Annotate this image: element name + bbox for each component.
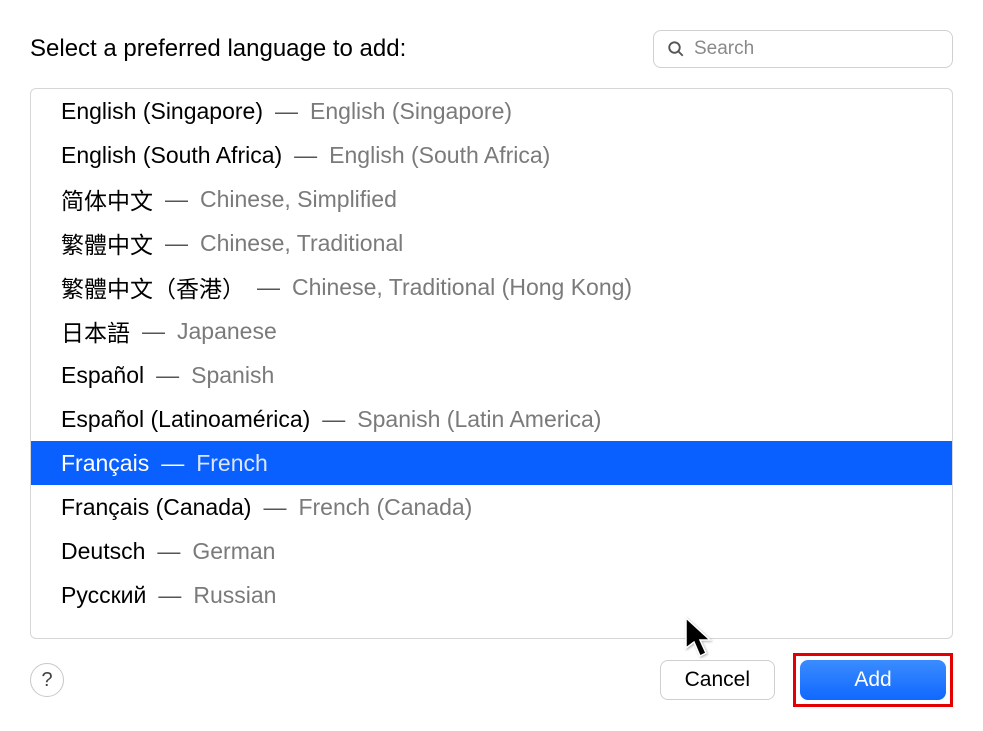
list-item[interactable]: Español — Spanish — [31, 353, 952, 397]
language-native-name: 繁體中文（香港） — [61, 270, 245, 304]
separator: — — [161, 450, 184, 477]
language-row-content: Русский — Russian — [61, 582, 276, 609]
language-list-container[interactable]: English (Singapore)—English (Singapore)E… — [30, 88, 953, 639]
language-english-name: Chinese, Simplified — [200, 186, 397, 213]
language-native-name: Русский — [61, 582, 146, 609]
separator: — — [156, 362, 179, 389]
language-picker-dialog: Select a preferred language to add: Engl… — [0, 0, 983, 731]
list-item[interactable]: English (Singapore) — English (Singapore) — [31, 89, 952, 133]
language-row-content: Français (Canada) — French (Canada) — [61, 494, 472, 521]
language-english-name: Chinese, Traditional — [200, 230, 403, 257]
language-native-name: English (South Africa) — [61, 142, 282, 169]
list-item[interactable]: English (South Africa) — English (South Af… — [31, 133, 952, 177]
separator: — — [157, 538, 180, 565]
language-row-content: English (Singapore) — English (Singapore) — [61, 98, 512, 125]
separator: — — [263, 494, 286, 521]
dialog-title: Select a preferred language to add: — [30, 35, 406, 63]
language-native-name: Français (Canada) — [61, 494, 251, 521]
cancel-button[interactable]: Cancel — [660, 660, 775, 700]
language-row-content: Español — Spanish — [61, 362, 274, 389]
language-list[interactable]: English (Singapore)—English (Singapore)E… — [31, 89, 952, 638]
language-english-name: Chinese, Traditional (Hong Kong) — [292, 274, 632, 301]
language-native-name: Deutsch — [61, 538, 145, 565]
language-english-name: Spanish (Latin America) — [357, 406, 601, 433]
language-native-name: Español (Latinoamérica) — [61, 406, 310, 433]
separator: — — [158, 582, 181, 609]
language-row-content: Deutsch — German — [61, 538, 275, 565]
separator: — — [275, 98, 298, 125]
list-item[interactable]: Français (Canada) — French (Canada) — [31, 485, 952, 529]
separator: — — [165, 230, 188, 257]
language-english-name: English (South Africa) — [329, 142, 550, 169]
language-english-name: Russian — [193, 582, 276, 609]
list-item[interactable]: Deutsch — German — [31, 529, 952, 573]
list-item[interactable]: 日本語 — Japanese — [31, 309, 952, 353]
dialog-footer: ? Cancel Add — [30, 659, 953, 701]
language-english-name: French — [196, 450, 268, 477]
add-button-highlight: Add — [793, 653, 953, 707]
list-item[interactable]: 简体中文 — Chinese, Simplified — [31, 177, 952, 221]
language-native-name: 简体中文 — [61, 182, 153, 216]
language-english-name: French (Canada) — [298, 494, 472, 521]
separator: — — [257, 274, 280, 301]
list-item[interactable]: Español (Latinoamérica) — Spanish (Latin A… — [31, 397, 952, 441]
language-row-content: 繁體中文（香港） — Chinese, Traditional (Hong Kong… — [61, 270, 632, 304]
separator: — — [294, 142, 317, 169]
language-row-content: Français — French — [61, 450, 268, 477]
language-row-content: English (South Africa) — English (South Af… — [61, 142, 550, 169]
language-row-content: Español (Latinoamérica) — Spanish (Latin A… — [61, 406, 601, 433]
list-item[interactable]: Français — French — [31, 441, 952, 485]
language-english-name: English (Singapore) — [310, 98, 512, 125]
language-english-name: Japanese — [177, 318, 277, 345]
add-button[interactable]: Add — [800, 660, 946, 700]
separator: — — [322, 406, 345, 433]
language-english-name: German — [192, 538, 275, 565]
list-item[interactable]: Русский — Russian — [31, 573, 952, 617]
language-native-name: Français — [61, 450, 149, 477]
separator: — — [165, 186, 188, 213]
separator: — — [142, 318, 165, 345]
language-native-name: English (Singapore) — [61, 98, 263, 125]
search-box — [653, 30, 953, 68]
language-english-name: Spanish — [191, 362, 274, 389]
language-row-content: 繁體中文 — Chinese, Traditional — [61, 226, 403, 260]
list-item[interactable]: 繁體中文 — Chinese, Traditional — [31, 221, 952, 265]
language-list-inner: English (Singapore)—English (Singapore)E… — [31, 89, 952, 617]
language-native-name: Español — [61, 362, 144, 389]
language-row-content: 日本語 — Japanese — [61, 314, 277, 348]
list-item[interactable]: 繁體中文（香港） — Chinese, Traditional (Hong Kong… — [31, 265, 952, 309]
language-row-content: 简体中文 — Chinese, Simplified — [61, 182, 397, 216]
help-button[interactable]: ? — [30, 663, 64, 697]
language-native-name: 日本語 — [61, 314, 130, 348]
dialog-actions: Cancel Add — [660, 653, 953, 707]
search-input[interactable] — [653, 30, 953, 68]
dialog-header: Select a preferred language to add: — [30, 30, 953, 68]
language-native-name: 繁體中文 — [61, 226, 153, 260]
